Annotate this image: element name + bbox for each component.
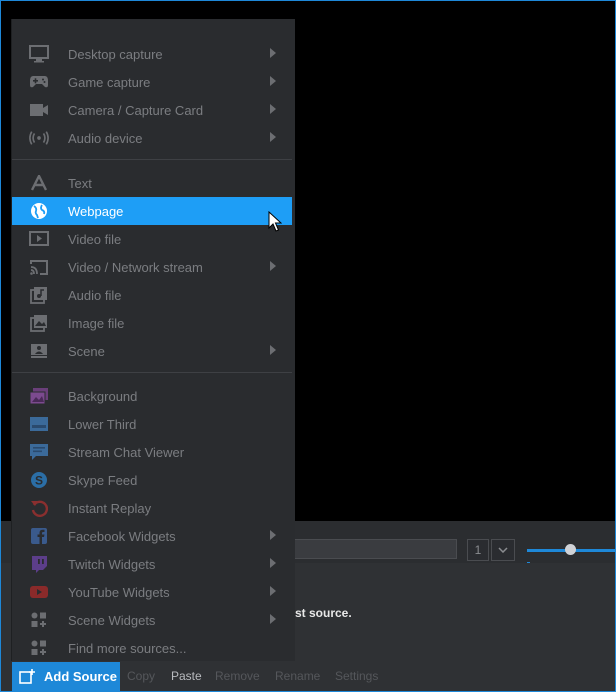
menu-item-background[interactable]: Background [12,382,292,410]
audio-file-icon [29,285,49,305]
menu-item-lower-third[interactable]: Lower Third [12,410,292,438]
submenu-arrow-icon [270,132,276,142]
scene-widgets-icon [29,610,49,630]
page-dropdown-button[interactable] [491,539,515,561]
menu-item-text[interactable]: Text [12,169,292,197]
chat-icon [29,442,49,462]
background-icon [29,386,49,406]
menu-item-webpage[interactable]: Webpage [12,197,292,225]
menu-separator [12,159,292,160]
gamepad-icon [29,72,49,92]
filter-input[interactable] [291,539,457,559]
menu-item-video-network-stream[interactable]: Video / Network stream [12,253,292,281]
find-sources-icon [29,638,49,658]
menu-item-video-file[interactable]: Video file [12,225,292,253]
menu-item-instant-replay[interactable]: Instant Replay [12,494,292,522]
svg-text:S: S [35,474,43,488]
audio-device-icon [29,128,49,148]
menu-item-scene[interactable]: Scene [12,337,292,365]
replay-icon [29,498,49,518]
submenu-arrow-icon [270,530,276,540]
submenu-arrow-icon [270,614,276,624]
lower-third-icon [29,414,49,434]
menu-separator [12,372,292,373]
add-source-icon [18,668,36,686]
mouse-cursor-icon [268,211,282,233]
menu-item-game-capture[interactable]: Game capture [12,68,292,96]
twitch-icon [29,554,49,574]
settings-button[interactable]: Settings [335,669,378,683]
video-file-icon [29,229,49,249]
copy-button[interactable]: Copy [127,669,155,683]
add-source-menu: Desktop capture Game capture Camera / Ca… [11,19,295,661]
submenu-arrow-icon [270,261,276,271]
menu-item-stream-chat-viewer[interactable]: Stream Chat Viewer [12,438,292,466]
text-icon [29,173,49,193]
menu-item-audio-device[interactable]: Audio device [12,124,292,152]
skype-icon: S [29,470,49,490]
monitor-icon [29,44,49,64]
facebook-icon [29,526,49,546]
menu-item-desktop-capture[interactable]: Desktop capture [12,40,292,68]
submenu-arrow-icon [270,48,276,58]
menu-item-image-file[interactable]: Image file [12,309,292,337]
remove-button[interactable]: Remove [215,669,260,683]
menu-item-audio-file[interactable]: Audio file [12,281,292,309]
menu-item-twitch-widgets[interactable]: Twitch Widgets [12,550,292,578]
camera-icon [29,100,49,120]
youtube-icon [29,582,49,602]
globe-icon [29,201,49,221]
submenu-arrow-icon [270,76,276,86]
submenu-arrow-icon [270,345,276,355]
menu-item-skype-feed[interactable]: S Skype Feed [12,466,292,494]
submenu-arrow-icon [270,586,276,596]
submenu-arrow-icon [270,104,276,114]
menu-item-facebook-widgets[interactable]: Facebook Widgets [12,522,292,550]
menu-item-scene-widgets[interactable]: Scene Widgets [12,606,292,634]
rename-button[interactable]: Rename [275,669,320,683]
cast-icon [29,257,49,277]
submenu-arrow-icon [270,558,276,568]
image-file-icon [29,313,49,333]
bottom-toolbar: Add Source Copy Paste Remove Rename Sett… [1,661,615,691]
sources-hint-text: irst source. [287,606,352,620]
volume-slider-knob[interactable] [565,544,576,555]
menu-item-youtube-widgets[interactable]: YouTube Widgets [12,578,292,606]
scene-icon [29,341,49,361]
menu-item-camera-capture-card[interactable]: Camera / Capture Card [12,96,292,124]
paste-button[interactable]: Paste [171,669,202,683]
add-source-label: Add Source [44,669,117,684]
add-source-button[interactable]: Add Source [12,662,120,691]
menu-item-find-more-sources[interactable]: Find more sources... [12,634,292,662]
page-number-box[interactable]: 1 [467,539,489,561]
